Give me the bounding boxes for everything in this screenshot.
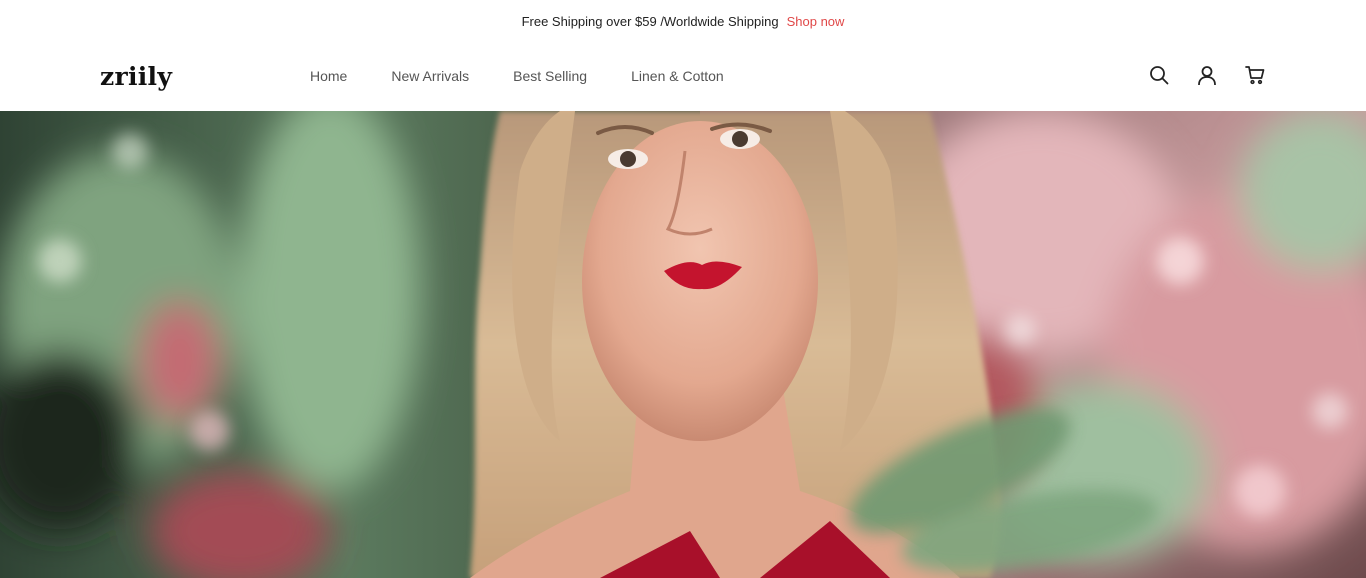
cart-icon[interactable] (1244, 64, 1266, 86)
hero-image (0, 111, 1366, 578)
main-nav: Home New Arrivals Best Selling Linen & C… (310, 68, 768, 84)
nav-best-selling[interactable]: Best Selling (513, 68, 587, 84)
nav-new-arrivals[interactable]: New Arrivals (391, 68, 469, 84)
shop-now-link[interactable]: Shop now (787, 14, 845, 29)
logo[interactable]: zriily (100, 62, 172, 91)
site-header: zriily Home New Arrivals Best Selling Li… (0, 42, 1366, 111)
search-icon[interactable] (1148, 64, 1170, 86)
nav-home[interactable]: Home (310, 68, 347, 84)
hero-banner[interactable] (0, 111, 1366, 578)
account-icon[interactable] (1196, 64, 1218, 86)
header-icons (1148, 64, 1266, 86)
announcement-text: Free Shipping over $59 /Worldwide Shippi… (521, 13, 779, 29)
announcement-bar: Free Shipping over $59 /Worldwide Shippi… (0, 0, 1366, 42)
nav-linen-cotton[interactable]: Linen & Cotton (631, 68, 724, 84)
